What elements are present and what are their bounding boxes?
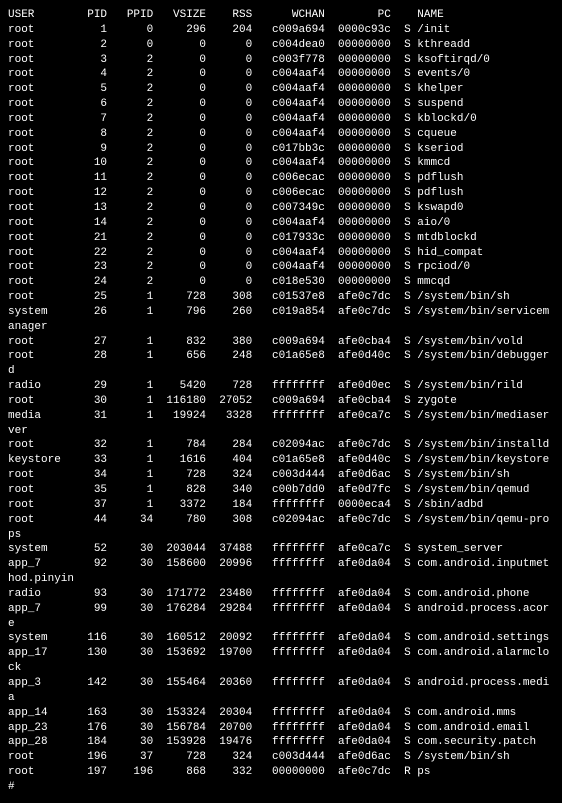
terminal-line: radio 93 30 171772 23480 ffffffff afe0da… bbox=[8, 587, 554, 602]
terminal-line: app_23 176 30 156784 20700 ffffffff afe0… bbox=[8, 721, 554, 736]
terminal-line: root 24 2 0 0 c018e530 00000000 S mmcqd bbox=[8, 275, 554, 290]
terminal-line: app_3 142 30 155464 20360 ffffffff afe0d… bbox=[8, 676, 554, 691]
terminal-line: e bbox=[8, 617, 554, 632]
terminal-line: root 25 1 728 308 c01537e8 afe0c7dc S /s… bbox=[8, 290, 554, 305]
terminal-line: root 27 1 832 380 c009a694 afe0cba4 S /s… bbox=[8, 335, 554, 350]
terminal-line: app_7 99 30 176284 29284 ffffffff afe0da… bbox=[8, 602, 554, 617]
terminal-line: system 26 1 796 260 c019a854 afe0c7dc S … bbox=[8, 305, 554, 320]
terminal-line: root 4 2 0 0 c004aaf4 00000000 S events/… bbox=[8, 67, 554, 82]
terminal-line: root 196 37 728 324 c003d444 afe0d6ac S … bbox=[8, 750, 554, 765]
terminal-line: # bbox=[8, 780, 554, 795]
terminal-line: root 22 2 0 0 c004aaf4 00000000 S hid_co… bbox=[8, 246, 554, 261]
terminal-line: root 35 1 828 340 c00b7dd0 afe0d7fc S /s… bbox=[8, 483, 554, 498]
terminal-line: root 44 34 780 308 c02094ac afe0c7dc S /… bbox=[8, 513, 554, 528]
terminal-line: system 52 30 203044 37488 ffffffff afe0c… bbox=[8, 542, 554, 557]
terminal-line: root 2 0 0 0 c004dea0 00000000 S kthread… bbox=[8, 38, 554, 53]
terminal-line: radio 29 1 5420 728 ffffffff afe0d0ec S … bbox=[8, 379, 554, 394]
terminal-line: system 116 30 160512 20092 ffffffff afe0… bbox=[8, 631, 554, 646]
terminal-line: root 37 1 3372 184 ffffffff 0000eca4 S /… bbox=[8, 498, 554, 513]
terminal-line: ps bbox=[8, 528, 554, 543]
terminal-output: USER PID PPID VSIZE RSS WCHAN PC NAMEroo… bbox=[8, 8, 554, 795]
terminal-line: ck bbox=[8, 661, 554, 676]
terminal-line: root 12 2 0 0 c006ecac 00000000 S pdflus… bbox=[8, 186, 554, 201]
terminal-line: root 8 2 0 0 c004aaf4 00000000 S cqueue bbox=[8, 127, 554, 142]
terminal-line: app_14 163 30 153324 20304 ffffffff afe0… bbox=[8, 706, 554, 721]
terminal-line: root 9 2 0 0 c017bb3c 00000000 S kseriod bbox=[8, 142, 554, 157]
terminal-line: root 5 2 0 0 c004aaf4 00000000 S khelper bbox=[8, 82, 554, 97]
terminal-line: root 1 0 296 204 c009a694 0000c93c S /in… bbox=[8, 23, 554, 38]
terminal-line: anager bbox=[8, 320, 554, 335]
terminal-line: media 31 1 19924 3328 ffffffff afe0ca7c … bbox=[8, 409, 554, 424]
terminal-line: app_7 92 30 158600 20996 ffffffff afe0da… bbox=[8, 557, 554, 572]
terminal-line: root 7 2 0 0 c004aaf4 00000000 S kblockd… bbox=[8, 112, 554, 127]
terminal-line: hod.pinyin bbox=[8, 572, 554, 587]
terminal-line: root 23 2 0 0 c004aaf4 00000000 S rpciod… bbox=[8, 260, 554, 275]
terminal-line: ver bbox=[8, 424, 554, 439]
terminal-line: a bbox=[8, 691, 554, 706]
terminal-line: root 30 1 116180 27052 c009a694 afe0cba4… bbox=[8, 394, 554, 409]
terminal-line: root 13 2 0 0 c007349c 00000000 S kswapd… bbox=[8, 201, 554, 216]
terminal-line: d bbox=[8, 364, 554, 379]
terminal-line: root 10 2 0 0 c004aaf4 00000000 S kmmcd bbox=[8, 156, 554, 171]
terminal-line: keystore 33 1 1616 404 c01a65e8 afe0d40c… bbox=[8, 453, 554, 468]
terminal-line: app_28 184 30 153928 19476 ffffffff afe0… bbox=[8, 735, 554, 750]
terminal-line: USER PID PPID VSIZE RSS WCHAN PC NAME bbox=[8, 8, 554, 23]
terminal-line: root 21 2 0 0 c017933c 00000000 S mtdblo… bbox=[8, 231, 554, 246]
terminal-line: root 197 196 868 332 00000000 afe0c7dc R… bbox=[8, 765, 554, 780]
terminal-line: root 14 2 0 0 c004aaf4 00000000 S aio/0 bbox=[8, 216, 554, 231]
terminal-line: root 34 1 728 324 c003d444 afe0d6ac S /s… bbox=[8, 468, 554, 483]
terminal-line: root 32 1 784 284 c02094ac afe0c7dc S /s… bbox=[8, 438, 554, 453]
terminal-line: root 28 1 656 248 c01a65e8 afe0d40c S /s… bbox=[8, 349, 554, 364]
terminal-line: app_17 130 30 153692 19700 ffffffff afe0… bbox=[8, 646, 554, 661]
terminal-line: root 6 2 0 0 c004aaf4 00000000 S suspend bbox=[8, 97, 554, 112]
terminal-line: root 3 2 0 0 c003f778 00000000 S ksoftir… bbox=[8, 53, 554, 68]
terminal-line: root 11 2 0 0 c006ecac 00000000 S pdflus… bbox=[8, 171, 554, 186]
